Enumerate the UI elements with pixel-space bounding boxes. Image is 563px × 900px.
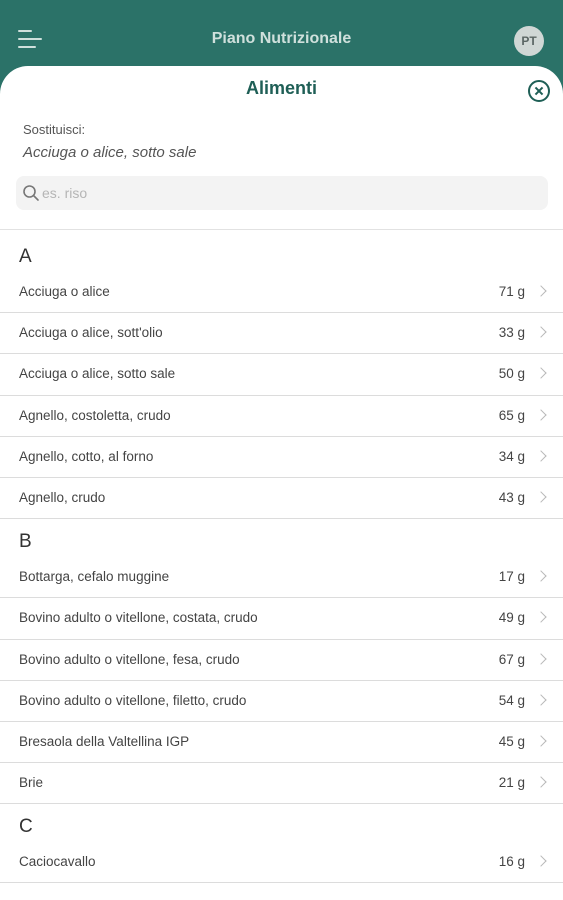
chevron-right-icon (535, 735, 547, 747)
food-row[interactable]: Brie 21 g (0, 763, 563, 805)
food-name: Agnello, costoletta, crudo (19, 407, 171, 423)
food-row[interactable]: Agnello, costoletta, crudo 65 g (0, 396, 563, 437)
food-quantity: 43 g (498, 489, 525, 505)
food-name: Bottarga, cefalo muggine (19, 569, 170, 585)
foods-sheet: Alimenti Sostituisci: Acciuga o alice, s… (0, 66, 563, 900)
search-input[interactable] (42, 176, 532, 210)
chevron-right-icon (535, 855, 547, 867)
chevron-right-icon (535, 611, 547, 623)
section-letter: C (19, 816, 33, 838)
chevron-right-icon (535, 285, 547, 297)
food-name: Bovino adulto o vitellone, costata, crud… (19, 610, 258, 626)
chevron-right-icon (535, 694, 547, 706)
food-name: Acciuga o alice (19, 284, 110, 299)
chevron-right-icon (535, 326, 547, 338)
food-row[interactable]: Acciuga o alice 71 g (0, 272, 563, 314)
section-letter: B (19, 531, 32, 553)
food-row[interactable]: Acciuga o alice, sotto sale 50 g (0, 354, 563, 396)
food-row[interactable]: Bovino adulto o vitellone, fesa, crudo 67… (0, 640, 563, 681)
food-name: Bresaola della Valtellina IGP (19, 733, 190, 749)
food-quantity: 50 g (498, 366, 525, 382)
section-letter: A (19, 246, 32, 267)
food-name: Bovino adulto o vitellone, fesa, crudo (19, 651, 240, 667)
chevron-right-icon (535, 408, 547, 421)
search-bar[interactable] (16, 176, 548, 210)
food-name: Acciuga o alice, sott'olio (19, 325, 163, 341)
app-title: Piano Nutrizionale (211, 30, 352, 47)
sheet-title: Alimenti (245, 78, 317, 98)
food-row[interactable]: Agnello, cotto, al forno 34 g (0, 437, 563, 478)
food-row[interactable]: Bovino adulto o vitellone, filetto, crud… (0, 681, 563, 722)
food-row[interactable]: Bresaola della Valtellina IGP 45 g (0, 722, 563, 764)
replace-label: Sostituisci: (23, 122, 86, 137)
food-name: Acciuga o alice, sotto sale (19, 366, 176, 382)
food-quantity: 54 g (498, 692, 525, 708)
food-quantity: 45 g (498, 733, 525, 749)
food-row[interactable]: Bottarga, cefalo muggine 17 g (0, 557, 563, 599)
food-quantity: 65 g (498, 407, 525, 423)
chevron-right-icon (535, 652, 547, 665)
food-name: Caciocavallo (19, 854, 96, 870)
food-quantity: 16 g (498, 854, 525, 870)
food-name: Agnello, cotto, al forno (19, 448, 154, 464)
avatar[interactable]: PT (514, 26, 544, 56)
food-quantity: 49 g (498, 610, 525, 626)
search-icon (23, 185, 39, 201)
food-quantity: 21 g (498, 775, 525, 791)
chevron-right-icon (535, 570, 547, 582)
chevron-right-icon (535, 491, 547, 503)
food-quantity: 34 g (498, 448, 525, 464)
close-icon[interactable] (528, 80, 550, 102)
food-name: Bovino adulto o vitellone, filetto, crud… (19, 692, 247, 708)
food-quantity: 71 g (498, 284, 525, 299)
food-quantity: 67 g (498, 651, 525, 667)
food-row[interactable]: Acciuga o alice, sott'olio 33 g (0, 313, 563, 355)
divider (0, 229, 563, 230)
food-row[interactable]: Caciocavallo 16 g (0, 842, 563, 884)
food-list: A Acciuga o alice 71 g Acciuga o alice, sot… (0, 242, 563, 884)
chevron-right-icon (535, 450, 547, 462)
replace-value: Acciuga o alice, sotto sale (23, 144, 197, 161)
food-name: Agnello, crudo (19, 489, 106, 505)
chevron-right-icon (535, 367, 547, 380)
food-quantity: 17 g (498, 569, 525, 585)
chevron-right-icon (535, 776, 547, 788)
food-quantity: 33 g (498, 325, 525, 341)
food-row[interactable]: Agnello, crudo 43 g (0, 478, 563, 520)
food-name: Brie (19, 775, 44, 791)
food-row[interactable]: Bovino adulto o vitellone, costata, crud… (0, 598, 563, 640)
